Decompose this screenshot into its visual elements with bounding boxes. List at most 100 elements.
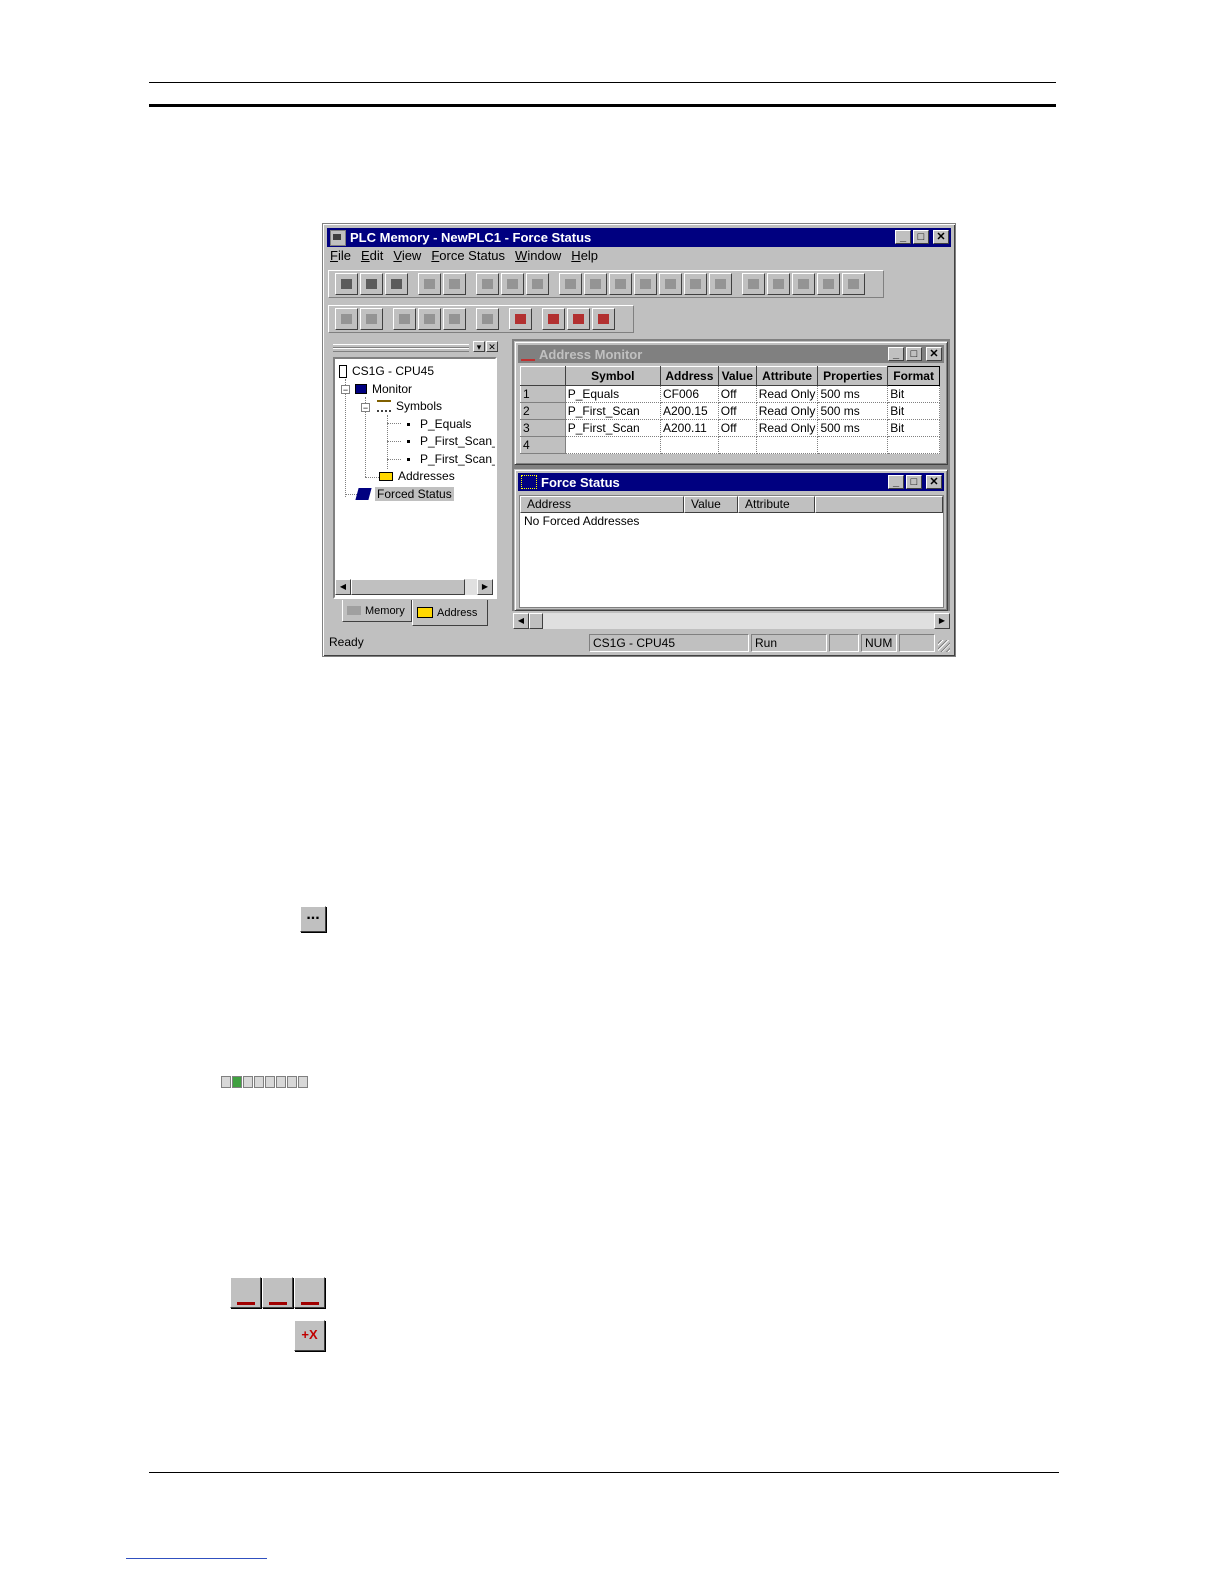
menu-edit[interactable]: Edit bbox=[361, 248, 383, 263]
cell-value[interactable] bbox=[718, 436, 757, 454]
tree-monitor[interactable]: Monitor bbox=[355, 381, 412, 397]
tree-addresses[interactable]: Addresses bbox=[379, 468, 455, 484]
pane-close-icon[interactable]: ✕ bbox=[486, 341, 498, 352]
cell-properties[interactable]: 500 ms bbox=[817, 402, 889, 420]
scroll-right-icon[interactable]: ▶ bbox=[934, 613, 950, 629]
print-icon[interactable] bbox=[418, 273, 441, 295]
tree-symbol-item[interactable]: P_First_Scan_ bbox=[407, 433, 495, 449]
scroll-thumb[interactable] bbox=[529, 613, 543, 629]
cell-symbol[interactable] bbox=[565, 436, 661, 454]
row-number[interactable]: 1 bbox=[520, 385, 566, 403]
format-decimal-icon[interactable] bbox=[609, 273, 632, 295]
cell-value[interactable]: Off bbox=[718, 385, 757, 403]
cell-address[interactable]: A200.11 bbox=[660, 419, 719, 437]
menu-help[interactable]: Help bbox=[571, 248, 598, 263]
column-header[interactable]: Attribute bbox=[755, 366, 819, 386]
window-titlebar[interactable]: PLC Memory - NewPLC1 - Force Status _ □ … bbox=[327, 228, 951, 247]
set-value-icon[interactable] bbox=[767, 273, 790, 295]
column-header[interactable]: Value bbox=[684, 496, 738, 513]
print-preview-icon[interactable] bbox=[443, 273, 466, 295]
close-button[interactable]: ✕ bbox=[933, 230, 949, 244]
tree-hscrollbar[interactable]: ◀ ▶ bbox=[335, 579, 493, 595]
menu-window[interactable]: Window bbox=[515, 248, 561, 263]
scroll-thumb[interactable] bbox=[351, 579, 465, 595]
column-header[interactable]: Format bbox=[887, 366, 940, 386]
tree-symbol-item[interactable]: P_First_Scan_ bbox=[407, 451, 495, 467]
cell-properties[interactable] bbox=[817, 436, 889, 454]
force-status-titlebar[interactable]: Force Status _ □ ✕ bbox=[518, 473, 944, 491]
row-number[interactable]: 4 bbox=[520, 436, 566, 454]
table-row[interactable]: 3 P_First_Scan A200.11 Off Read Only 500… bbox=[520, 419, 940, 437]
format-binary-icon[interactable] bbox=[559, 273, 582, 295]
cell-address[interactable]: CF006 bbox=[660, 385, 719, 403]
resize-grip-icon[interactable] bbox=[938, 640, 950, 652]
tree-root[interactable]: CS1G - CPU45 bbox=[339, 363, 434, 379]
expander-monitor[interactable]: − bbox=[341, 385, 350, 395]
fill-icon[interactable] bbox=[742, 273, 765, 295]
paste-icon[interactable] bbox=[526, 273, 549, 295]
mdi-hscrollbar[interactable]: ◀ ▶ bbox=[513, 613, 950, 629]
tree-symbol-item[interactable]: P_Equals bbox=[407, 416, 471, 432]
upload-icon[interactable] bbox=[418, 308, 441, 330]
scroll-left-icon[interactable]: ◀ bbox=[335, 579, 351, 595]
compare-icon[interactable] bbox=[393, 308, 416, 330]
force-off-icon[interactable] bbox=[567, 308, 590, 330]
format-bcd-icon[interactable] bbox=[584, 273, 607, 295]
minimize-button[interactable]: _ bbox=[888, 347, 904, 361]
cut-icon[interactable] bbox=[476, 273, 499, 295]
cell-address[interactable] bbox=[660, 436, 719, 454]
cell-symbol[interactable]: P_Equals bbox=[565, 385, 661, 403]
cell-properties[interactable]: 500 ms bbox=[817, 419, 889, 437]
cell-format[interactable] bbox=[887, 436, 940, 454]
column-header[interactable]: Attribute bbox=[738, 496, 815, 513]
cell-symbol[interactable]: P_First_Scan bbox=[565, 402, 661, 420]
column-header[interactable]: Address bbox=[659, 366, 719, 386]
monitor-icon[interactable] bbox=[476, 308, 499, 330]
new-icon[interactable] bbox=[335, 273, 358, 295]
tree-symbols[interactable]: Symbols bbox=[377, 398, 442, 414]
menu-view[interactable]: View bbox=[393, 248, 421, 263]
maximize-button[interactable]: □ bbox=[906, 475, 922, 489]
cell-address[interactable]: A200.15 bbox=[660, 402, 719, 420]
scroll-left-icon[interactable]: ◀ bbox=[513, 613, 529, 629]
tree-forced-status[interactable]: Forced Status bbox=[355, 486, 454, 502]
row-number[interactable]: 2 bbox=[520, 402, 566, 420]
download-icon[interactable] bbox=[443, 308, 466, 330]
format-float-icon[interactable] bbox=[659, 273, 682, 295]
table-row[interactable]: 4 bbox=[520, 436, 940, 454]
cell-attribute[interactable]: Read Only bbox=[756, 385, 819, 403]
cell-format[interactable]: Bit bbox=[887, 419, 940, 437]
cell-value[interactable]: Off bbox=[718, 402, 757, 420]
zoom-icon[interactable] bbox=[842, 273, 865, 295]
format-text-icon[interactable] bbox=[709, 273, 732, 295]
cell-value[interactable]: Off bbox=[718, 419, 757, 437]
transfer-from-plc-icon[interactable] bbox=[360, 308, 383, 330]
maximize-button[interactable]: □ bbox=[913, 230, 929, 244]
format-hex-icon[interactable] bbox=[684, 273, 707, 295]
open-icon[interactable] bbox=[360, 273, 383, 295]
cell-attribute[interactable]: Read Only bbox=[756, 402, 819, 420]
menu-file[interactable]: File bbox=[330, 248, 351, 263]
close-button[interactable]: ✕ bbox=[926, 347, 942, 361]
clear-force-icon[interactable] bbox=[509, 308, 532, 330]
cell-format[interactable]: Bit bbox=[887, 402, 940, 420]
table-row[interactable]: 1 P_Equals CF006 Off Read Only 500 ms Bi… bbox=[520, 385, 940, 403]
scroll-right-icon[interactable]: ▶ bbox=[477, 579, 493, 595]
minimize-button[interactable]: _ bbox=[888, 475, 904, 489]
column-header[interactable]: Properties bbox=[817, 366, 889, 386]
column-header[interactable]: Symbol bbox=[564, 366, 661, 386]
transfer-to-plc-icon[interactable] bbox=[335, 308, 358, 330]
cell-symbol[interactable]: P_First_Scan bbox=[565, 419, 661, 437]
close-button[interactable]: ✕ bbox=[926, 475, 942, 489]
column-header[interactable]: Value bbox=[717, 366, 757, 386]
column-header[interactable]: Address bbox=[520, 496, 684, 513]
copy-icon[interactable] bbox=[501, 273, 524, 295]
zoom-small-icon[interactable] bbox=[792, 273, 815, 295]
find-icon[interactable] bbox=[817, 273, 840, 295]
force-cancel-icon[interactable] bbox=[592, 308, 615, 330]
force-on-icon[interactable] bbox=[542, 308, 565, 330]
address-monitor-titlebar[interactable]: Address Monitor _ □ ✕ bbox=[518, 345, 944, 363]
minimize-button[interactable]: _ bbox=[895, 230, 911, 244]
format-signed-icon[interactable] bbox=[634, 273, 657, 295]
table-row[interactable]: 2 P_First_Scan A200.15 Off Read Only 500… bbox=[520, 402, 940, 420]
